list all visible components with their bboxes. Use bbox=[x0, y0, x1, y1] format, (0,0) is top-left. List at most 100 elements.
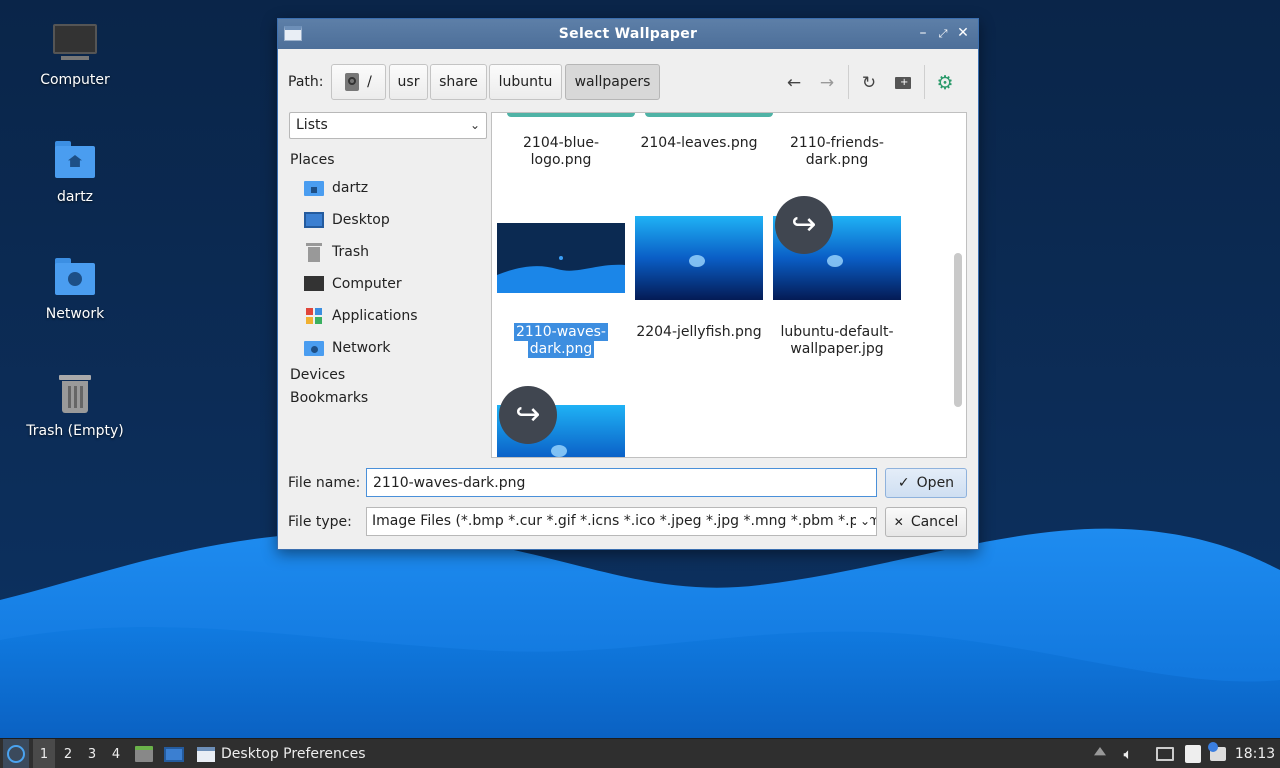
dialog-titlebar[interactable]: Select Wallpaper – ⤢ ✕ bbox=[278, 19, 978, 49]
minimize-button[interactable]: – bbox=[914, 24, 932, 42]
file-thumbnail-2110-waves-dark[interactable] bbox=[497, 223, 625, 293]
toolbar-divider bbox=[924, 65, 925, 99]
new-folder-icon: + bbox=[895, 77, 911, 89]
forward-button[interactable]: → bbox=[815, 71, 839, 95]
sidebar-item-computer[interactable]: Computer bbox=[290, 268, 490, 300]
file-type-value: Image Files (*.bmp *.cur *.gif *.icns *.… bbox=[372, 513, 877, 529]
file-item-label[interactable]: 2104-blue- logo.png bbox=[497, 135, 625, 169]
clipboard-button[interactable] bbox=[1181, 739, 1205, 768]
sidebar-item-dartz[interactable]: dartz bbox=[290, 172, 490, 204]
volume-button[interactable]: 🔈︎ bbox=[1117, 739, 1139, 768]
desktop-icon-label: Network bbox=[45, 306, 105, 322]
file-thumbnail[interactable] bbox=[645, 113, 773, 117]
show-desktop-button[interactable] bbox=[162, 739, 186, 768]
back-button[interactable]: ← bbox=[782, 71, 806, 95]
workspace-3[interactable]: 3 bbox=[81, 739, 103, 768]
dialog-title: Select Wallpaper bbox=[558, 26, 698, 42]
maximize-button[interactable]: ⤢ bbox=[934, 24, 952, 42]
file-name-line: 2104-leaves.png bbox=[640, 135, 758, 151]
window-icon bbox=[197, 746, 215, 762]
window-icon bbox=[284, 26, 302, 41]
clock-time: 18:13 bbox=[1234, 746, 1276, 762]
clock[interactable]: 18:13 bbox=[1234, 739, 1276, 768]
network-status-button[interactable] bbox=[1153, 739, 1177, 768]
tray-arrow-button[interactable] bbox=[1090, 739, 1110, 768]
file-name-line: dark.png bbox=[805, 152, 869, 168]
places-header[interactable]: Places bbox=[290, 149, 490, 172]
workspace-4[interactable]: 4 bbox=[105, 739, 127, 768]
taskbar: 1 2 3 4 Desktop Preferences 🔈︎ 18:13 bbox=[0, 738, 1280, 768]
close-button[interactable]: ✕ bbox=[954, 24, 972, 42]
desktop-icon bbox=[304, 210, 324, 230]
desktop-icon-home[interactable]: dartz bbox=[15, 139, 135, 205]
desktop-icon-label: Trash (Empty) bbox=[26, 423, 124, 439]
file-name-input[interactable] bbox=[366, 468, 877, 497]
file-grid[interactable]: 2104-blue- logo.png 2104-leaves.png 2110… bbox=[491, 112, 967, 458]
workspace-label: 4 bbox=[111, 746, 121, 762]
vertical-scrollbar[interactable] bbox=[954, 117, 962, 455]
notifications-button[interactable] bbox=[1207, 739, 1229, 768]
drive-icon bbox=[345, 73, 360, 91]
clipboard-icon bbox=[1185, 745, 1201, 763]
file-thumbnail-2204-jellyfish[interactable] bbox=[635, 216, 763, 300]
file-name-line: logo.png bbox=[530, 152, 592, 168]
waves-thumbnail-image bbox=[497, 223, 625, 293]
breadcrumb-share[interactable]: share bbox=[430, 64, 487, 100]
chevron-down-icon: ⌄ bbox=[855, 508, 870, 535]
file-item-label[interactable]: lubuntu-default- wallpaper.jpg bbox=[773, 324, 901, 358]
scrollbar-thumb[interactable] bbox=[954, 253, 962, 407]
breadcrumb-lubuntu[interactable]: lubuntu bbox=[489, 64, 562, 100]
desktop-icon-label: dartz bbox=[56, 189, 94, 205]
file-item-label[interactable]: 2110-friends- dark.png bbox=[773, 135, 901, 169]
cancel-button-label: Cancel bbox=[910, 514, 959, 530]
sidebar-item-label: Computer bbox=[332, 276, 402, 292]
lubuntu-logo-icon bbox=[7, 745, 25, 763]
applications-icon bbox=[304, 306, 324, 326]
file-type-select[interactable]: Image Files (*.bmp *.cur *.gif *.icns *.… bbox=[366, 507, 877, 536]
symlink-icon: ↪ bbox=[499, 386, 557, 444]
file-manager-launcher[interactable] bbox=[133, 739, 155, 768]
devices-header[interactable]: Devices bbox=[290, 364, 490, 387]
breadcrumb-usr[interactable]: usr bbox=[389, 64, 428, 100]
view-mode-select[interactable]: Lists ⌄ bbox=[289, 112, 487, 139]
home-folder-icon bbox=[304, 178, 324, 198]
symlink-icon: ↪ bbox=[775, 196, 833, 254]
task-label: Desktop Preferences bbox=[221, 746, 366, 762]
file-name-label: File name: bbox=[288, 475, 361, 491]
trash-icon bbox=[304, 242, 324, 262]
breadcrumb-label: share bbox=[439, 74, 478, 90]
sidebar-item-desktop[interactable]: Desktop bbox=[290, 204, 490, 236]
new-folder-button[interactable]: + bbox=[891, 71, 915, 95]
reload-button[interactable]: ↻ bbox=[857, 71, 881, 95]
file-manager-icon bbox=[135, 746, 153, 762]
breadcrumb-label: usr bbox=[397, 74, 420, 90]
breadcrumb-wallpapers[interactable]: wallpapers bbox=[565, 64, 660, 100]
file-thumbnail[interactable] bbox=[507, 113, 635, 117]
desktop-icon-trash[interactable]: Trash (Empty) bbox=[15, 373, 135, 439]
sidebar-item-network[interactable]: Network bbox=[290, 332, 490, 364]
file-type-label: File type: bbox=[288, 514, 352, 530]
open-button-label: Open bbox=[916, 475, 955, 491]
open-button[interactable]: ✓ Open bbox=[885, 468, 967, 498]
maximize-icon: ⤢ bbox=[938, 27, 948, 40]
settings-button[interactable]: ⚙ bbox=[933, 71, 957, 95]
cancel-button[interactable]: ✕ Cancel bbox=[885, 507, 967, 537]
sidebar-item-applications[interactable]: Applications bbox=[290, 300, 490, 332]
bookmarks-header[interactable]: Bookmarks bbox=[290, 387, 490, 410]
file-item-label[interactable]: 2204-jellyfish.png bbox=[635, 324, 763, 341]
workspace-2[interactable]: 2 bbox=[57, 739, 79, 768]
workspace-label: 2 bbox=[63, 746, 73, 762]
sidebar-item-trash[interactable]: Trash bbox=[290, 236, 490, 268]
file-item-label[interactable]: 2104-leaves.png bbox=[635, 135, 763, 152]
workspace-1[interactable]: 1 bbox=[33, 739, 55, 768]
file-item-label-selected[interactable]: 2110-waves- dark.png bbox=[497, 323, 625, 358]
start-menu-button[interactable] bbox=[3, 739, 29, 768]
task-desktop-preferences[interactable]: Desktop Preferences bbox=[193, 739, 393, 768]
breadcrumb-root[interactable]: / bbox=[331, 64, 386, 100]
desktop-icon-network[interactable]: Network bbox=[15, 256, 135, 322]
file-name-line: wallpaper.jpg bbox=[790, 341, 884, 357]
home-folder-icon bbox=[53, 139, 97, 183]
speaker-icon: 🔈︎ bbox=[1123, 745, 1133, 763]
desktop-icon-computer[interactable]: Computer bbox=[15, 22, 135, 88]
path-label: Path: bbox=[288, 74, 324, 90]
